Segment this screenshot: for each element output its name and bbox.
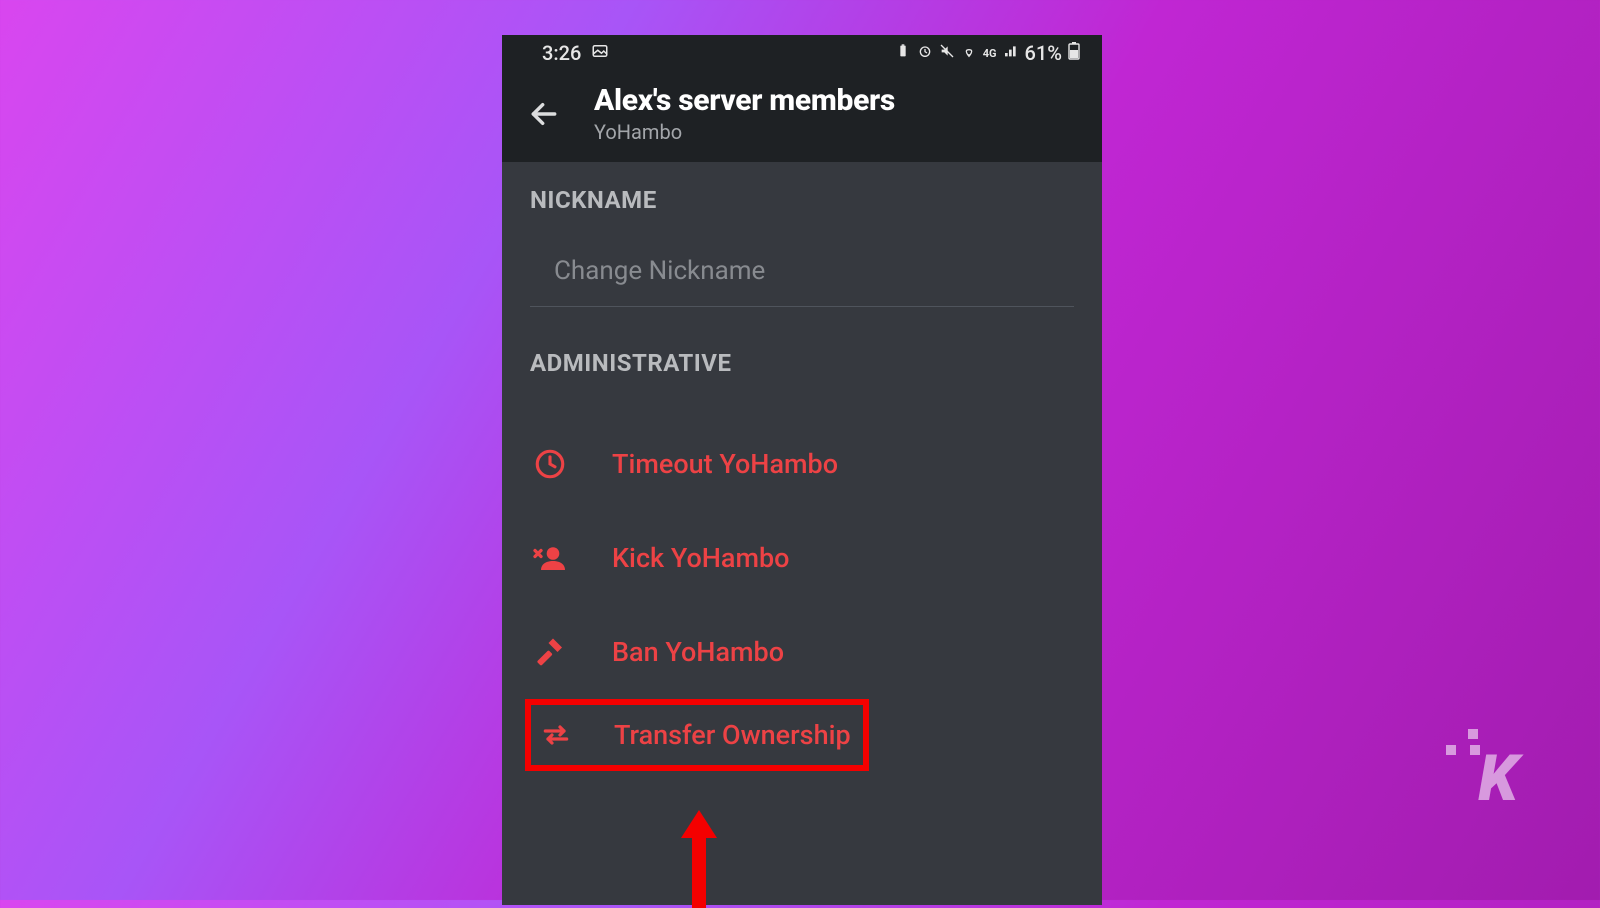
nickname-input[interactable]: Change Nickname	[530, 256, 1074, 307]
transfer-icon	[536, 715, 576, 755]
kick-label: Kick YoHambo	[612, 542, 790, 574]
annotation-arrow	[681, 810, 717, 908]
alarm-icon	[917, 43, 933, 64]
back-button[interactable]	[528, 98, 560, 130]
battery-saver-icon	[895, 43, 911, 64]
ban-action[interactable]: Ban YoHambo	[502, 605, 1102, 699]
status-time: 3:26	[542, 41, 581, 65]
mute-icon	[939, 43, 955, 64]
picture-icon	[591, 41, 609, 65]
battery-percent: 61%	[1025, 41, 1062, 65]
timeout-action[interactable]: Timeout YoHambo	[502, 417, 1102, 511]
hammer-icon	[530, 632, 570, 672]
page-subtitle: YoHambo	[594, 120, 895, 144]
signal-icon	[1003, 43, 1019, 64]
watermark-letter: K	[1478, 753, 1514, 804]
kick-action[interactable]: Kick YoHambo	[502, 511, 1102, 605]
section-nickname-label: NICKNAME	[502, 186, 1102, 214]
status-bar: 3:26 4G 61%	[502, 35, 1102, 71]
content-area: NICKNAME Change Nickname ADMINISTRATIVE …	[502, 162, 1102, 771]
screen-header: Alex's server members YoHambo	[502, 71, 1102, 162]
timeout-label: Timeout YoHambo	[612, 448, 838, 480]
clock-icon	[530, 444, 570, 484]
watermark: K	[1462, 729, 1514, 804]
transfer-ownership-action[interactable]: Transfer Ownership	[525, 699, 869, 771]
battery-icon	[1068, 42, 1080, 65]
phone-screen: 3:26 4G 61% Alex's server members YoHamb…	[502, 35, 1102, 905]
ban-label: Ban YoHambo	[612, 636, 784, 668]
network-4g-icon: 4G	[983, 47, 997, 60]
nickname-placeholder: Change Nickname	[554, 256, 765, 286]
page-title: Alex's server members	[594, 83, 895, 118]
wifi-icon	[961, 43, 977, 64]
section-administrative-label: ADMINISTRATIVE	[502, 349, 1102, 377]
transfer-label: Transfer Ownership	[614, 719, 851, 751]
kick-user-icon	[530, 538, 570, 578]
